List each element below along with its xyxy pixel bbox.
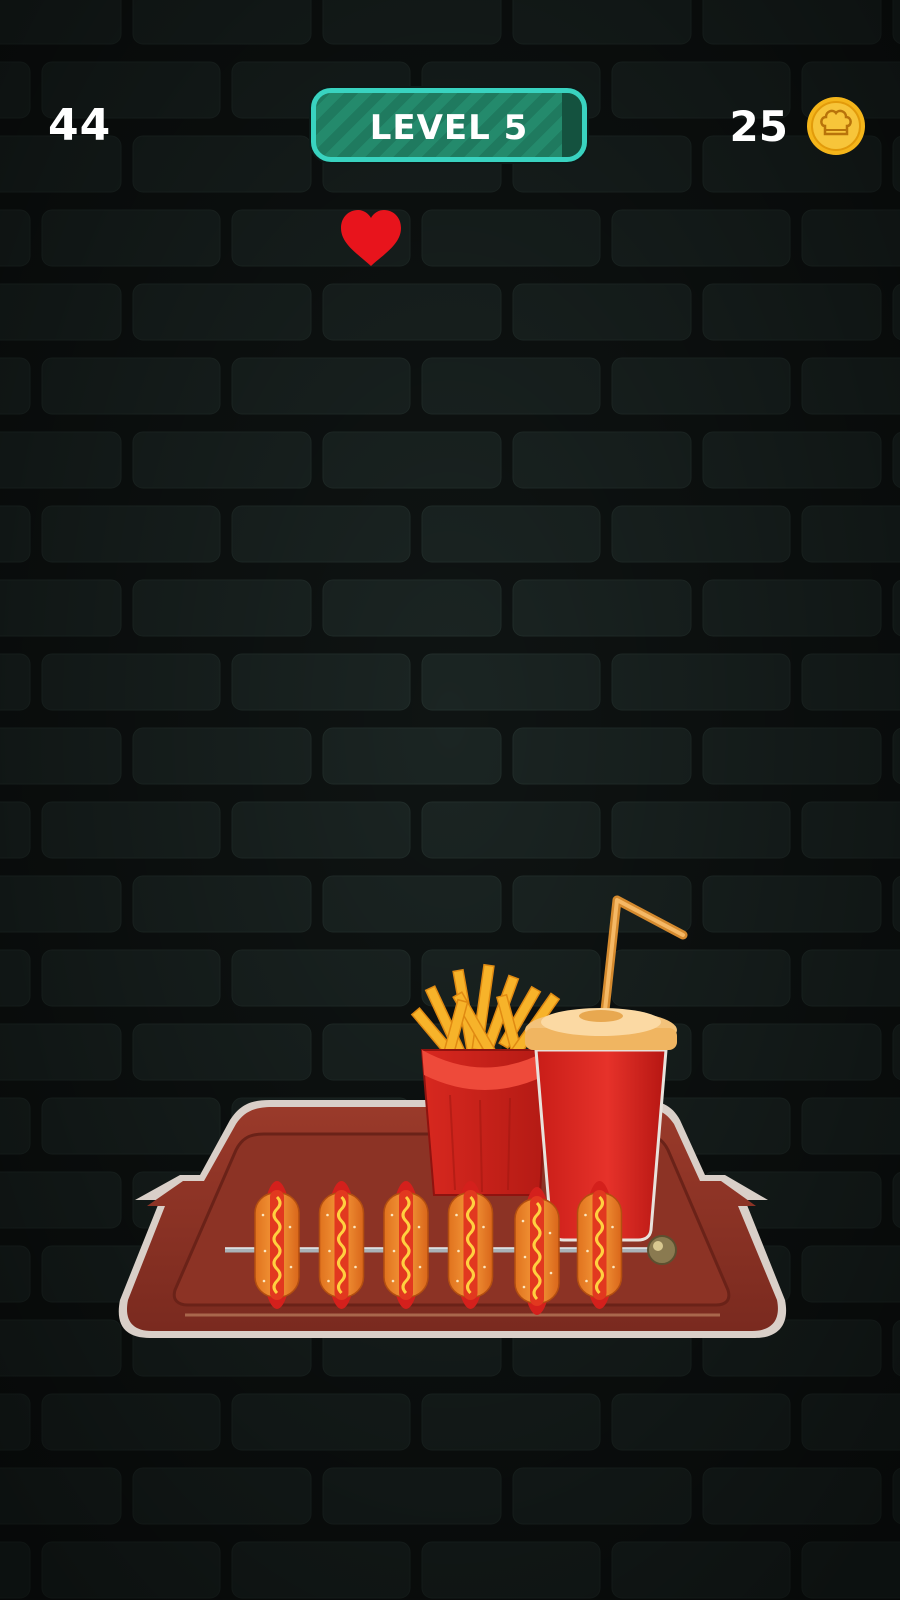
game-scene[interactable]: 44 LEVEL 5 25	[0, 0, 900, 1600]
hot-dog	[447, 1181, 494, 1309]
food-tray-illustration[interactable]	[0, 0, 900, 1600]
hot-dog	[254, 1181, 300, 1309]
hot-dog	[383, 1181, 429, 1309]
hot-dog	[318, 1181, 365, 1309]
hot-dog	[514, 1187, 560, 1315]
hot-dog	[576, 1181, 623, 1309]
